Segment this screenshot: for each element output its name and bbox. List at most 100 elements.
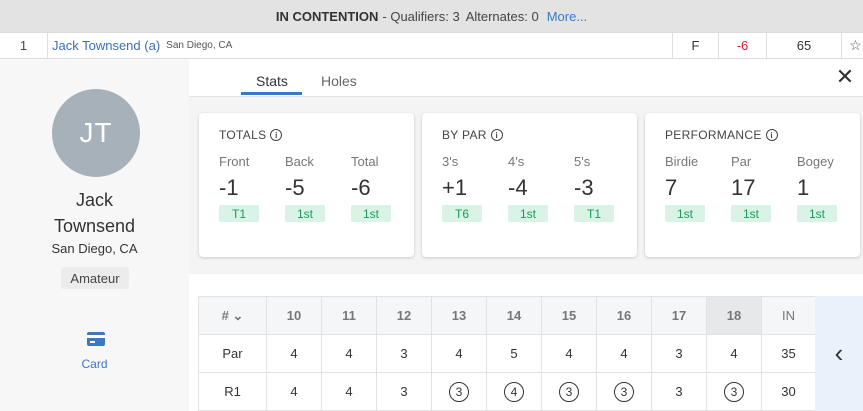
hole-score: 3	[651, 334, 707, 373]
hole-score: 3	[376, 334, 432, 373]
hole-score: 4	[321, 334, 377, 373]
info-icon[interactable]: i	[490, 129, 503, 141]
in-total-header: IN	[761, 296, 816, 335]
stat-label: Bogey	[797, 154, 834, 169]
birdie-marker: 3	[449, 381, 469, 402]
hole-score: 4	[266, 334, 322, 373]
panel-title-text: TOTALS	[219, 128, 267, 142]
hole-number: 14	[486, 296, 542, 335]
stat-label: 4's	[508, 154, 525, 169]
scorecard-icon[interactable]	[87, 332, 105, 346]
amateur-badge: Amateur	[61, 267, 129, 289]
stats-panels: TOTALS i Front -1 T1 Back -5 1st Total -6 1st B…	[189, 97, 863, 274]
contention-banner: IN CONTENTION - Qualifiers: 3 Alternates…	[0, 0, 863, 32]
stat-value: 7	[665, 175, 678, 200]
close-icon[interactable]: ✕	[835, 66, 855, 88]
avatar: JT	[52, 89, 140, 177]
leaderboard-row[interactable]: 1 Jack Townsend (a) San Diego, CA F -6 6…	[0, 32, 863, 59]
player-last-name: Townsend	[53, 216, 136, 236]
hole-number: 11	[321, 296, 377, 335]
info-icon[interactable]: i	[270, 129, 283, 141]
birdie-marker: 3	[614, 381, 634, 402]
stat-rank: T6	[442, 205, 482, 222]
stat-rank: T1	[574, 205, 614, 222]
hole-score: 4	[706, 334, 762, 373]
stat-par4: 4's -4 1st	[508, 154, 568, 222]
stat-value: -3	[574, 175, 594, 200]
row-score: 65	[767, 33, 842, 58]
row-total: 30	[761, 372, 816, 411]
stat-rank: 1st	[731, 205, 771, 222]
row-label: Par	[198, 334, 267, 373]
birdie-marker: 3	[559, 381, 579, 402]
stat-value: +1	[442, 175, 468, 200]
hole-number: 16	[596, 296, 652, 335]
stat-rank: 1st	[285, 205, 325, 222]
row-thru: F	[672, 33, 719, 58]
row-total: 35	[761, 334, 816, 373]
banner-alternates: Alternates: 0	[465, 8, 539, 24]
hole-number: 13	[431, 296, 487, 335]
hole-score: 4	[431, 334, 487, 373]
hole-sort-header[interactable]: # ⌄	[198, 296, 267, 335]
stat-rank: 1st	[508, 205, 548, 222]
stat-label: 3's	[442, 154, 459, 169]
hole-score: 3	[706, 372, 762, 411]
player-profile-panel: JT Jack Townsend San Diego, CA Amateur C…	[0, 59, 189, 411]
banner-title: IN CONTENTION	[275, 8, 379, 24]
hole-number: 12	[376, 296, 432, 335]
tab-stats[interactable]: Stats	[256, 73, 288, 89]
hole-score: 4	[321, 372, 377, 411]
hole-score: 3	[376, 372, 432, 411]
panel-title: PERFORMANCE i	[665, 128, 778, 142]
hole-number: 18	[706, 296, 762, 335]
stat-par: Par 17 1st	[731, 154, 791, 222]
hole-header-label: #	[221, 307, 229, 323]
chevron-down-icon: ⌄	[232, 307, 244, 323]
stat-label: Total	[351, 154, 379, 169]
stat-label: Front	[219, 154, 250, 169]
banner-qualifiers: - Qualifiers: 3	[382, 8, 460, 24]
star-outline-icon[interactable]: ☆	[848, 33, 863, 58]
row-player-name-wrap: Jack Townsend (a) San Diego, CA	[52, 33, 232, 58]
hole-number: 10	[266, 296, 322, 335]
scorecard-row: R1 4 4 3 3 4 3 3 3 3 30	[198, 372, 816, 411]
stat-birdie: Birdie 7 1st	[665, 154, 725, 222]
info-icon[interactable]: i	[765, 129, 778, 141]
stat-rank: 1st	[797, 205, 837, 222]
stat-label: Birdie	[665, 154, 699, 169]
scorecard-row: Par 4 4 3 4 5 4 4 3 4 35	[198, 334, 816, 373]
stat-value: -1	[219, 175, 239, 200]
birdie-marker: 3	[724, 381, 744, 402]
hole-score: 4	[541, 334, 597, 373]
row-player-location: San Diego, CA	[166, 40, 233, 51]
by-par-panel: BY PAR i 3's +1 T6 4's -4 1st 5's -3 T1	[422, 113, 637, 257]
stat-rank: T1	[219, 205, 259, 222]
scorecard-table: # ⌄ 10 11 12 13 14 15 16 17 18 IN Par 4 4 3 4 5 4 4 3 4 35 R1 4…	[198, 296, 816, 411]
hole-score: 3	[596, 372, 652, 411]
stat-back: Back -5 1st	[285, 154, 345, 222]
stat-total: Total -6 1st	[351, 154, 411, 222]
tab-holes[interactable]: Holes	[321, 73, 357, 89]
hole-score: 4	[266, 372, 322, 411]
hole-score: 4	[596, 334, 652, 373]
player-first-name: Jack	[75, 190, 113, 210]
hole-number: 15	[541, 296, 597, 335]
chevron-left-icon[interactable]: ‹	[815, 296, 863, 411]
stat-front: Front -1 T1	[219, 154, 279, 222]
banner-more-link[interactable]: More...	[547, 9, 587, 24]
card-link[interactable]: Card	[0, 357, 189, 371]
stat-rank: 1st	[351, 205, 391, 222]
hole-score: 3	[651, 372, 707, 411]
stat-value: -5	[285, 175, 305, 200]
row-label: R1	[198, 372, 267, 411]
stat-value: 17	[731, 175, 756, 200]
birdie-marker: 4	[504, 381, 524, 402]
stat-value: -4	[508, 175, 528, 200]
stat-par3: 3's +1 T6	[442, 154, 502, 222]
stat-label: Par	[731, 154, 752, 169]
stat-value: -6	[351, 175, 371, 200]
hole-score: 4	[486, 372, 542, 411]
row-player-name[interactable]: Jack Townsend (a)	[52, 38, 160, 53]
row-to-par: -6	[719, 33, 767, 58]
